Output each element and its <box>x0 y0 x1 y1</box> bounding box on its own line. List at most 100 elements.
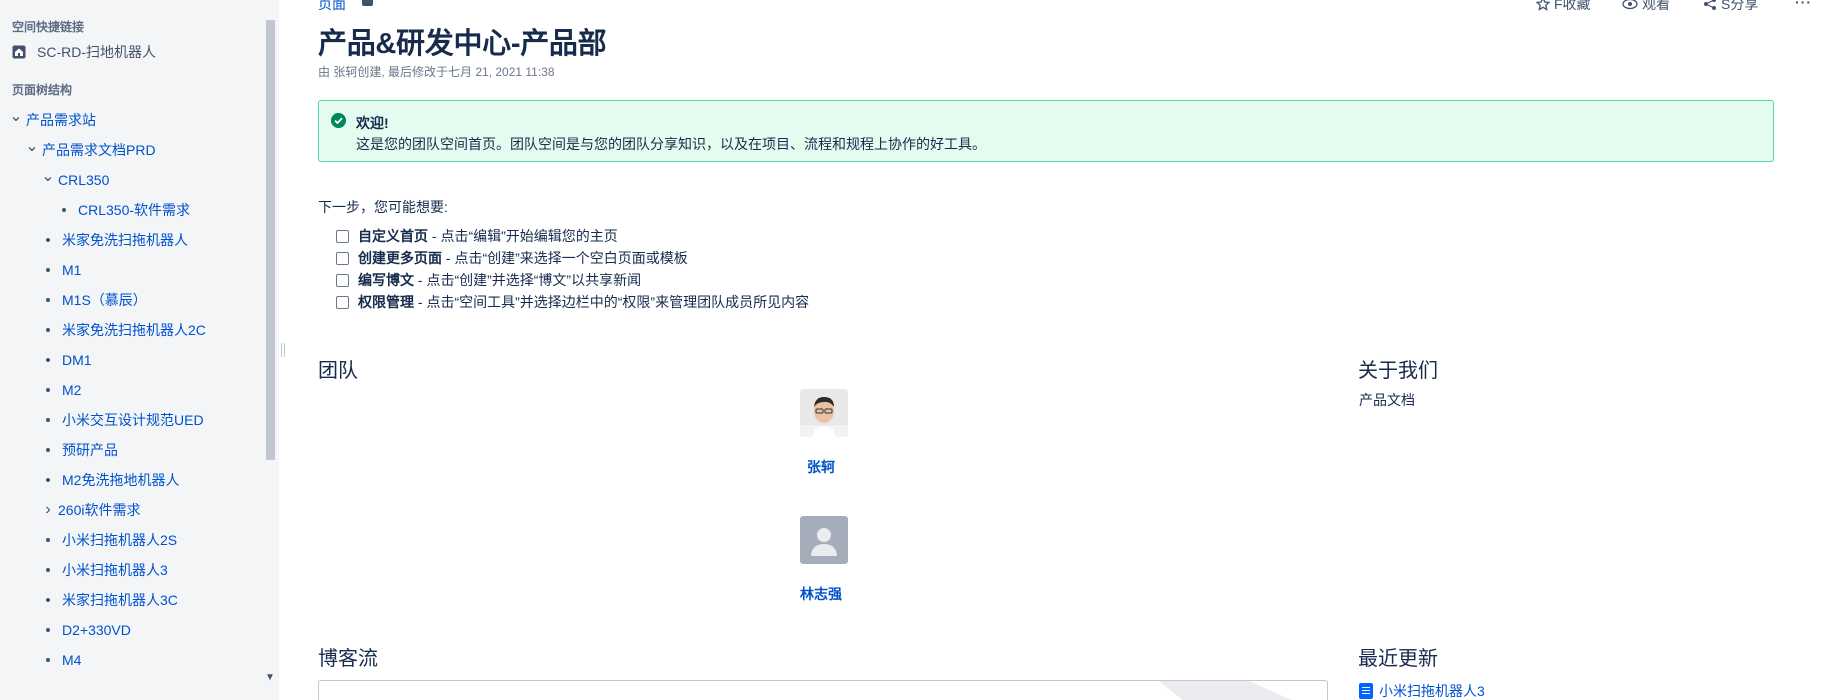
sidebar-tree-item[interactable]: DM1 <box>42 350 92 370</box>
bullet-icon <box>46 298 50 302</box>
task-item: 编写博文 - 点击“创建”并选择“博文”以共享新闻 <box>336 270 641 290</box>
member-name[interactable]: 张轲 <box>807 457 835 477</box>
chevron-right-icon[interactable]: › <box>42 500 54 520</box>
check-circle-icon <box>331 113 346 128</box>
avatar[interactable] <box>800 389 848 437</box>
sidebar-tree-label: CRL350-软件需求 <box>78 202 191 218</box>
default-user-icon[interactable] <box>800 516 848 564</box>
bullet-icon <box>46 568 50 572</box>
task-title: 权限管理 <box>358 294 414 310</box>
bullet-icon <box>46 598 50 602</box>
member-avatar[interactable] <box>799 516 849 569</box>
sidebar-tree-item[interactable]: M2免洗拖地机器人 <box>42 470 179 490</box>
quick-link-space[interactable]: SC-RD-扫地机器人 <box>12 42 156 62</box>
sidebar-tree-item[interactable]: M4 <box>42 650 81 670</box>
task-checkbox[interactable] <box>336 273 349 287</box>
bullet-icon <box>46 328 50 332</box>
sidebar: 空间快捷链接 SC-RD-扫地机器人 页面树结构 ⌄ 产品需求站 ⌄ 产品需求文档PR… <box>0 0 279 700</box>
sidebar-tree-item[interactable]: › 260i软件需求 <box>42 500 140 520</box>
restriction-icon[interactable] <box>362 0 373 6</box>
sidebar-tree-item[interactable]: M1 <box>42 260 81 280</box>
chevron-down-icon[interactable]: ⌄ <box>9 107 22 127</box>
about-title: 关于我们 <box>1358 360 1438 382</box>
about-text: 产品文档 <box>1359 392 1415 408</box>
sidebar-tree-item[interactable]: 小米扫拖机器人3 <box>42 560 168 580</box>
sidebar-tree-item[interactable]: 小米交互设计规范UED <box>42 410 204 430</box>
sidebar-tree-label: D2+330VD <box>62 622 131 638</box>
welcome-title: 欢迎! <box>356 115 389 131</box>
member-avatar[interactable] <box>799 389 849 442</box>
sidebar-scrollbar[interactable] <box>266 20 275 460</box>
task-description: - 点击“空间工具”并选择边栏中的“权限”来管理团队成员所见内容 <box>414 294 810 310</box>
task-title: 编写博文 <box>358 272 414 288</box>
sidebar-tree-label: 米家免洗扫拖机器人 <box>62 232 188 248</box>
sidebar-tree-item[interactable]: 小米扫拖机器人2S <box>42 530 177 550</box>
sidebar-tree-label: 米家免洗扫拖机器人2C <box>62 322 206 338</box>
task-description: - 点击“创建”来选择一个空白页面或模板 <box>442 250 688 266</box>
favorite-button[interactable]: F收藏 <box>1536 0 1591 14</box>
blog-title: 博客流 <box>318 648 378 670</box>
task-item: 自定义首页 - 点击“编辑”开始编辑您的主页 <box>336 226 618 246</box>
chevron-down-icon[interactable]: ⌄ <box>41 167 54 187</box>
bullet-icon <box>46 538 50 542</box>
task-description: - 点击“编辑”开始编辑您的主页 <box>428 228 618 244</box>
sidebar-tree-label: 小米扫拖机器人3 <box>62 562 168 578</box>
more-actions-icon[interactable]: ··· <box>1795 0 1812 10</box>
task-description: - 点击“创建”并选择“博文”以共享新闻 <box>414 272 642 288</box>
sidebar-tree-label: 小米扫拖机器人2S <box>62 532 178 548</box>
page-icon <box>1359 683 1373 699</box>
sidebar-tree-label: M4 <box>62 652 82 668</box>
sidebar-tree-label: 产品需求站 <box>26 112 96 128</box>
quick-link-label: SC-RD-扫地机器人 <box>37 44 156 60</box>
sidebar-resize-handle[interactable] <box>281 343 285 357</box>
sidebar-tree-label: M2 <box>62 382 82 398</box>
sidebar-tree-item[interactable]: 预研产品 <box>42 440 118 460</box>
sidebar-tree-item[interactable]: CRL350-软件需求 <box>58 200 190 220</box>
share-icon <box>1704 0 1716 10</box>
team-title: 团队 <box>318 360 358 382</box>
page-byline: 由 张轲创建, 最后修改于七月 21, 2021 11:38 <box>318 65 555 79</box>
member-name[interactable]: 林志强 <box>800 584 842 604</box>
recent-update-item[interactable]: 小米扫拖机器人3 <box>1359 681 1485 700</box>
sidebar-tree-label: CRL350 <box>58 172 110 188</box>
scroll-down-icon[interactable]: ▼ <box>265 672 275 683</box>
sidebar-tree-item[interactable]: 米家免洗扫拖机器人 <box>42 230 188 250</box>
task-title: 创建更多页面 <box>358 250 442 266</box>
bullet-icon <box>46 628 50 632</box>
welcome-panel: 欢迎! 这是您的团队空间首页。团队空间是与您的团队分享知识，以及在项目、流程和规… <box>318 100 1774 162</box>
sidebar-tree-label: 小米交互设计规范UED <box>62 412 204 428</box>
sidebar-tree-item[interactable]: M2 <box>42 380 81 400</box>
task-checkbox[interactable] <box>336 295 349 309</box>
bullet-icon <box>46 658 50 662</box>
sidebar-tree-item[interactable]: M1S（慕辰） <box>42 290 147 310</box>
welcome-text: 这是您的团队空间首页。团队空间是与您的团队分享知识，以及在项目、流程和规程上协作… <box>356 136 986 152</box>
task-checkbox[interactable] <box>336 229 349 243</box>
bullet-icon <box>46 388 50 392</box>
sidebar-tree-label: 260i软件需求 <box>58 502 141 518</box>
sidebar-tree-item[interactable]: D2+330VD <box>42 620 131 640</box>
share-button[interactable]: S分享 <box>1703 0 1758 14</box>
bullet-icon <box>46 478 50 482</box>
breadcrumb[interactable]: 页面 <box>318 0 346 14</box>
next-steps-heading: 下一步，您可能想要: <box>318 199 448 215</box>
sidebar-tree-label: DM1 <box>62 352 92 368</box>
recent-update-label: 小米扫拖机器人3 <box>1379 683 1485 699</box>
task-title: 自定义首页 <box>358 228 428 244</box>
recent-title: 最近更新 <box>1358 648 1438 670</box>
sidebar-tree-item[interactable]: ⌄ 产品需求站 <box>9 107 96 130</box>
sidebar-tree-item[interactable]: 米家扫拖机器人3C <box>42 590 178 610</box>
sidebar-tree-label: M1 <box>62 262 82 278</box>
chevron-down-icon[interactable]: ⌄ <box>25 137 38 157</box>
task-checkbox[interactable] <box>336 251 349 265</box>
sidebar-tree-item[interactable]: 米家免洗扫拖机器人2C <box>42 320 206 340</box>
page-tree-heading: 页面树结构 <box>12 83 73 97</box>
bullet-icon <box>62 208 66 212</box>
watch-button[interactable]: 观看 <box>1622 0 1670 14</box>
task-item: 创建更多页面 - 点击“创建”来选择一个空白页面或模板 <box>336 248 688 268</box>
sidebar-tree-label: 米家扫拖机器人3C <box>62 592 178 608</box>
eye-icon <box>1622 0 1638 10</box>
sidebar-tree-item[interactable]: ⌄ 产品需求文档PRD <box>25 137 155 160</box>
share-label: S分享 <box>1721 0 1759 12</box>
quick-links-heading: 空间快捷链接 <box>12 20 85 34</box>
sidebar-tree-item[interactable]: ⌄ CRL350 <box>41 167 110 190</box>
